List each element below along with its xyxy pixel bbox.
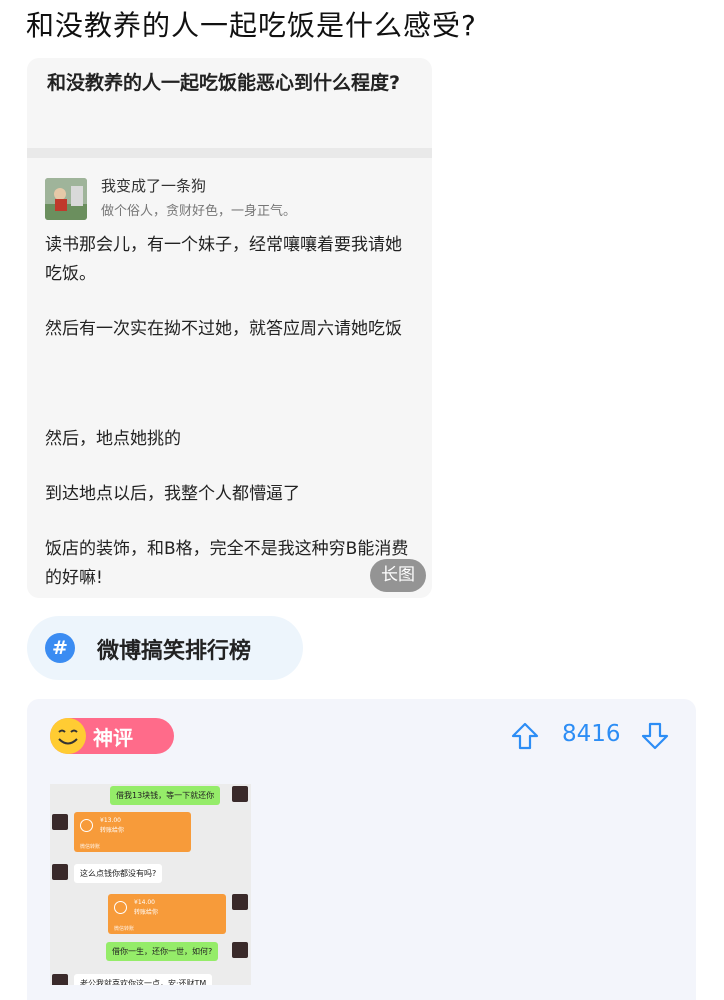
- chat-message: 借我13块钱，等一下就还你: [110, 786, 221, 805]
- avatar: [45, 178, 87, 220]
- transfer-note: 转账给你: [100, 827, 125, 834]
- hashtag-icon: #: [45, 633, 75, 663]
- hot-comment-card: 神评 8416 借我13块钱，等一下就还你 ¥13.00 转账给你 微信转账 这…: [27, 699, 696, 1000]
- transfer-amount: ¥14.00: [134, 899, 155, 906]
- transfer-amount: ¥13.00: [100, 817, 121, 824]
- smile-icon: [50, 718, 86, 754]
- avatar: [52, 864, 68, 880]
- chat-message: 老公我就喜欢你这一点，安·还财TM: [74, 974, 213, 985]
- topic-label: 微博搞笑排行榜: [97, 639, 252, 664]
- avatar: [232, 894, 248, 910]
- avatar: [52, 814, 68, 830]
- upvote-icon[interactable]: [510, 721, 540, 751]
- paragraph: 饭店的装饰，和B格，完全不是我这种穷B能消费的好嘛!: [45, 539, 409, 588]
- long-image-card[interactable]: 和没教养的人一起吃饭能恶心到什么程度? 我变成了一条狗 做个俗人，贪财好色，一身…: [27, 58, 432, 598]
- chat-screenshot[interactable]: 借我13块钱，等一下就还你 ¥13.00 转账给你 微信转账 这么点钱你都没有吗…: [50, 784, 251, 985]
- user-bio: 做个俗人，贪财好色，一身正气。: [101, 204, 297, 219]
- transfer-card: ¥14.00 转账给你 微信转账: [108, 894, 226, 934]
- paragraph: 到达地点以后，我整个人都懵逼了: [45, 484, 300, 504]
- divider: [27, 148, 432, 158]
- user-name: 我变成了一条狗: [101, 177, 207, 195]
- paragraph: 然后，地点她挑的: [45, 429, 181, 449]
- question-title: 和没教养的人一起吃饭能恶心到什么程度?: [47, 72, 401, 94]
- transfer-note: 转账给你: [134, 909, 159, 916]
- avatar: [52, 974, 68, 985]
- long-image-badge[interactable]: 长图: [370, 559, 426, 592]
- paragraph: 然后有一次实在拗不过她，就答应周六请她吃饭: [45, 319, 402, 339]
- topic-pill[interactable]: # 微博搞笑排行榜: [27, 616, 303, 680]
- chat-message: 借你一生，还你一世，如何?: [106, 942, 219, 961]
- transfer-footer: 微信转账: [80, 844, 101, 850]
- transfer-footer: 微信转账: [114, 926, 135, 932]
- paragraph: 读书那会儿，有一个妹子，经常嚷嚷着要我请她吃饭。: [45, 235, 402, 284]
- vote-count: 8416: [562, 721, 621, 747]
- downvote-icon[interactable]: [640, 721, 670, 751]
- shenping-label: 神评: [93, 726, 133, 750]
- transfer-icon: [114, 901, 127, 914]
- transfer-card: ¥13.00 转账给你 微信转账: [74, 812, 191, 852]
- post-title: 和没教养的人一起吃饭是什么感受?: [26, 9, 477, 42]
- shenping-tag: 神评: [50, 718, 174, 754]
- chat-message: 这么点钱你都没有吗?: [74, 864, 163, 883]
- transfer-icon: [80, 819, 93, 832]
- avatar: [232, 942, 248, 958]
- avatar: [232, 786, 248, 802]
